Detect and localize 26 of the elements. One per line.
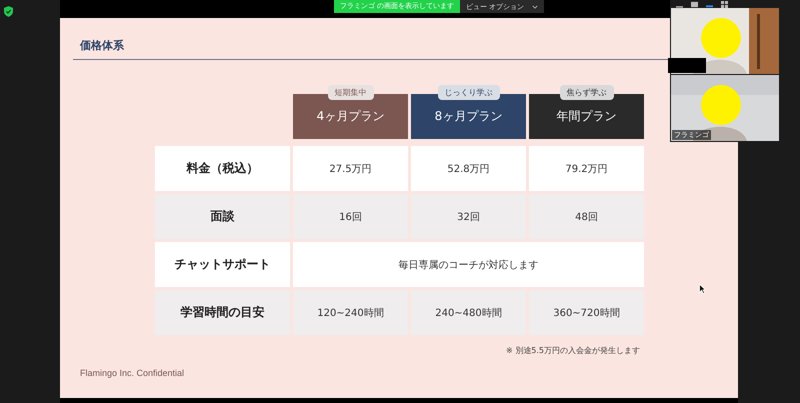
slide-footer: Flamingo Inc. Confidential [80, 368, 738, 378]
table-cell: 360~720時間 [529, 290, 644, 335]
row-label: チャットサポート [155, 242, 290, 287]
table-cell: 毎日専属のコーチが対応します [293, 242, 644, 287]
redaction-bar [668, 58, 706, 73]
footnote: ※ 別途5.5万円の入会金が発生します [506, 345, 640, 356]
single-view-icon[interactable] [691, 0, 698, 8]
cursor-icon [699, 284, 706, 294]
row-label: 学習時間の目安 [155, 290, 290, 335]
table-cell: 120~240時間 [293, 290, 408, 335]
table-cell: 48回 [529, 194, 644, 239]
table-cell: 32回 [411, 194, 526, 239]
row-label: 料金（税込） [155, 146, 290, 191]
caret-icon [532, 4, 538, 8]
table-cell: 27.5万円 [293, 146, 408, 191]
table-cell: 52.8万円 [411, 146, 526, 191]
plan-tag: 短期集中 [328, 85, 374, 100]
plan-tag: 焦らず学ぶ [560, 85, 614, 100]
table-cell: 79.2万円 [529, 146, 644, 191]
plan-tag: じっくり学ぶ [438, 85, 500, 100]
table-cell: 240~480時間 [411, 290, 526, 335]
row-label: 面談 [155, 194, 290, 239]
gallery-view-icon[interactable] [721, 0, 728, 8]
shield-icon[interactable] [4, 6, 13, 17]
table-cell: 16回 [293, 194, 408, 239]
slide-title: 価格体系 [80, 38, 125, 53]
